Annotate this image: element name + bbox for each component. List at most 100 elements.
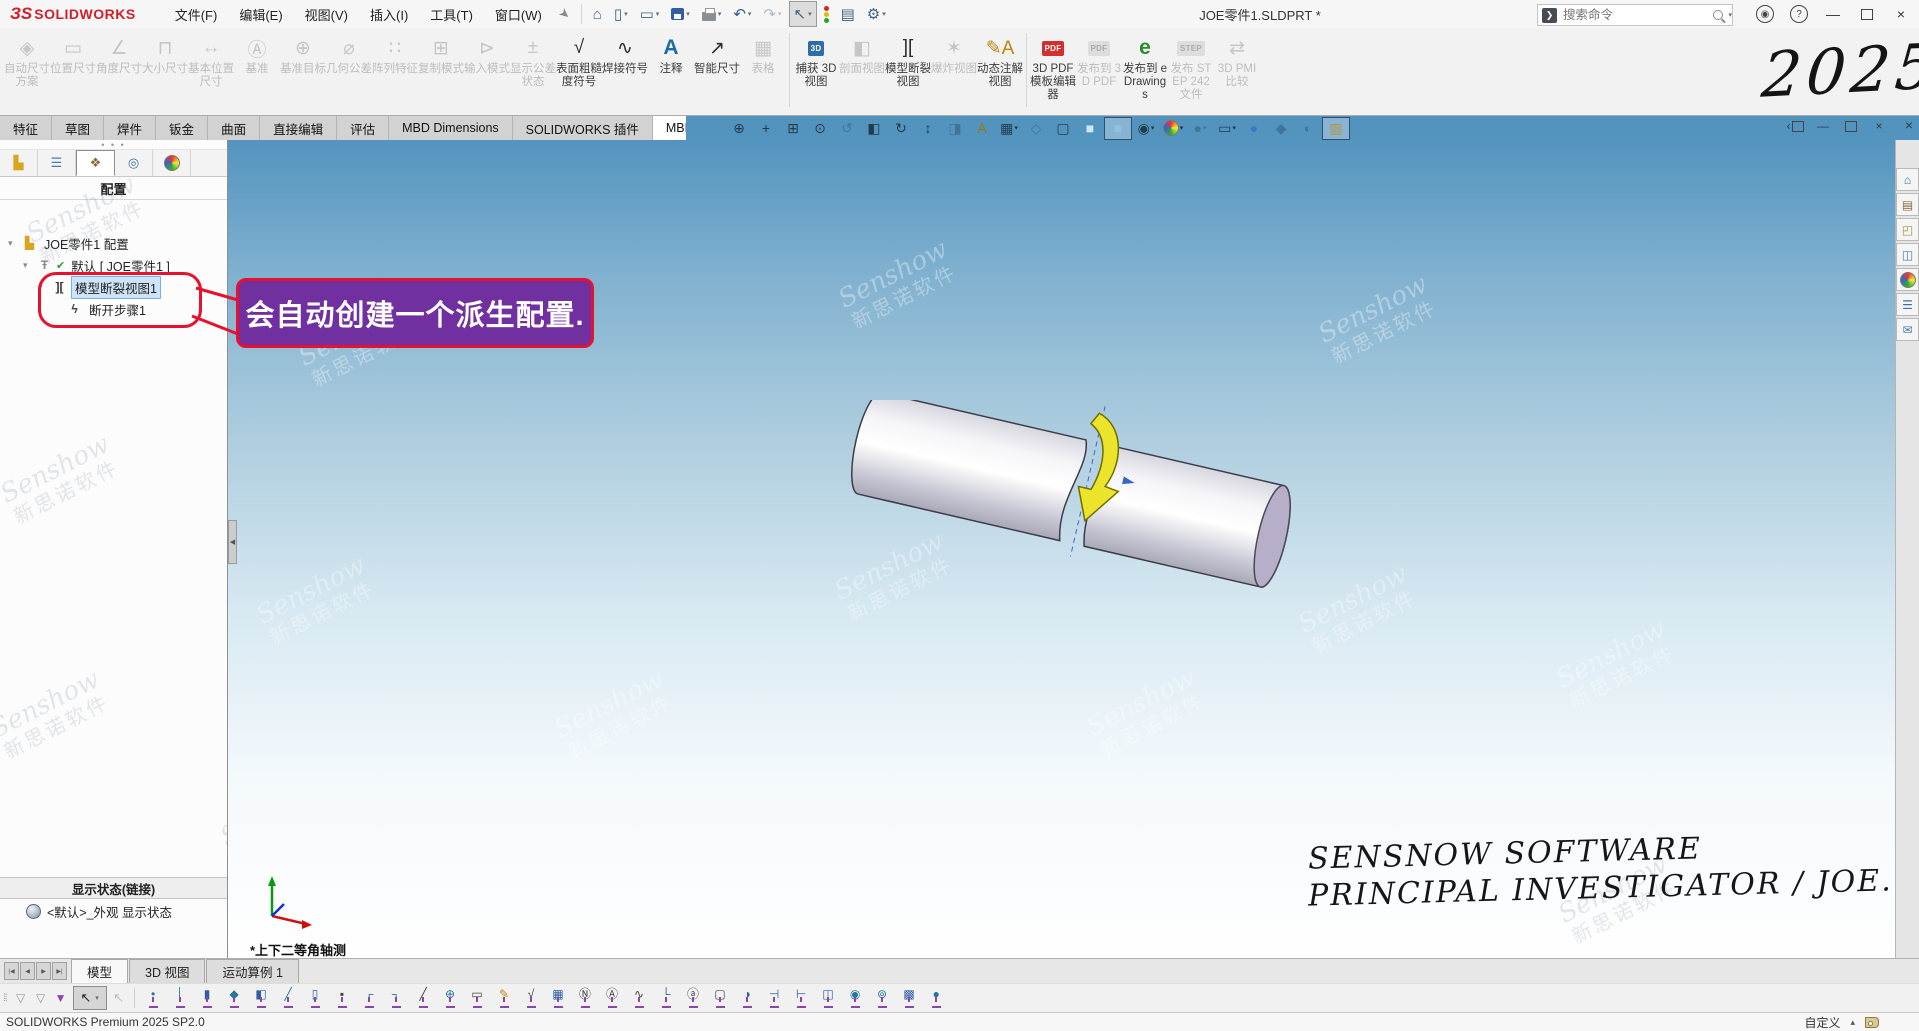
- ambient-occlusion-icon[interactable]: ●: [1241, 118, 1267, 139]
- menu-item[interactable]: 窗口(W): [484, 0, 553, 28]
- save-icon[interactable]: ▾: [666, 1, 695, 27]
- shaded-icon[interactable]: ■: [1077, 118, 1103, 139]
- dropdown-arrow-icon[interactable]: ▾: [686, 10, 690, 18]
- note-letter-tool[interactable]: Ⓐ: [599, 985, 626, 1011]
- open-document-icon[interactable]: ▭▾: [635, 1, 665, 27]
- point-tool[interactable]: •: [140, 985, 167, 1011]
- plane-tool[interactable]: ▯: [302, 985, 329, 1011]
- bend-note-tool[interactable]: └: [653, 985, 680, 1011]
- filter-annotations-icon[interactable]: ▼: [51, 987, 71, 1009]
- task-pane-close-icon[interactable]: ×: [1905, 117, 1913, 133]
- corner-rectangle-tool[interactable]: ┌: [356, 985, 383, 1011]
- dropdown-arrow-icon[interactable]: ▾: [808, 10, 812, 18]
- split-view-tool[interactable]: ◫: [815, 985, 842, 1011]
- menu-item[interactable]: 文件(F): [164, 0, 229, 28]
- tab-直接编辑[interactable]: 直接编辑: [260, 116, 337, 140]
- dynamic-annotation-icon[interactable]: A: [969, 118, 995, 139]
- hole-wizard-tool[interactable]: ⊕: [437, 985, 464, 1011]
- new-document-icon[interactable]: ▯▾: [609, 1, 633, 27]
- doc-tab-模型[interactable]: 模型: [71, 959, 128, 983]
- chamfer-tool[interactable]: ╱: [275, 985, 302, 1011]
- dropdown-arrow-icon[interactable]: ▾: [624, 10, 628, 18]
- design-library-icon[interactable]: ▤: [1896, 193, 1919, 216]
- dimxpertmanager-tab[interactable]: ◎: [115, 150, 153, 176]
- publish-to-edrawings-button[interactable]: e发布到 eDrawings: [1122, 28, 1168, 102]
- annotate-tool[interactable]: ✎: [491, 985, 518, 1011]
- vertex-tool[interactable]: ▪: [329, 985, 356, 1011]
- auto-dimension-tool[interactable]: ⓐ: [680, 985, 707, 1011]
- expander-icon[interactable]: ▾: [8, 238, 21, 249]
- concentric-tool[interactable]: ⊚: [869, 985, 896, 1011]
- view-orientation-icon[interactable]: ▦▾: [996, 118, 1022, 139]
- magnify-tool[interactable]: ◉: [842, 985, 869, 1011]
- dock-icon[interactable]: ‹: [1785, 117, 1805, 135]
- configurationmanager-tab[interactable]: ❖: [76, 150, 115, 176]
- section-tool[interactable]: ◑: [734, 985, 761, 1011]
- last-tab-button[interactable]: ▶|: [52, 962, 67, 980]
- dropdown-arrow-icon[interactable]: ▾: [1014, 124, 1018, 132]
- 3d-pdf-template-editor-button[interactable]: PDF3D PDF 模板编辑器: [1030, 28, 1076, 102]
- hidden-lines-visible-icon[interactable]: ▢: [1050, 118, 1076, 139]
- select-arrow-icon[interactable]: ↖▾: [789, 1, 817, 27]
- expand-arrow-icon[interactable]: ▴: [1850, 1017, 1855, 1028]
- home-icon[interactable]: ⌂: [588, 1, 607, 27]
- menu-item[interactable]: 工具(T): [419, 0, 484, 28]
- weld-symbol-button[interactable]: ∿焊接符号: [602, 28, 648, 89]
- line-tool[interactable]: ╱: [410, 985, 437, 1011]
- doc-tab-运动算例 1[interactable]: 运动算例 1: [206, 959, 298, 983]
- displaymanager-tab[interactable]: [153, 150, 191, 176]
- dropdown-arrow-icon[interactable]: ▾: [1151, 124, 1155, 132]
- sphere-tool[interactable]: ●: [923, 985, 950, 1011]
- dropdown-arrow-icon[interactable]: ▾: [882, 10, 886, 18]
- mbd-view-mode-icon[interactable]: ▥: [1322, 117, 1350, 140]
- dropdown-arrow-icon[interactable]: ▾: [1232, 124, 1236, 132]
- zoom-to-fit-icon[interactable]: ⊕: [726, 118, 752, 139]
- pane-splitter-arrow[interactable]: ◀: [228, 520, 237, 564]
- help-icon[interactable]: ?: [1785, 2, 1813, 26]
- extrude-tool[interactable]: ▮: [194, 985, 221, 1011]
- pattern-tool[interactable]: ▩: [896, 985, 923, 1011]
- tab-MBD Dimensions[interactable]: MBD Dimensions: [389, 116, 513, 140]
- capture-3d-view-button[interactable]: 3D捕获 3D 视图: [793, 28, 839, 89]
- panel-splitter-handle[interactable]: • • •: [0, 140, 227, 150]
- note-button[interactable]: A注释: [648, 28, 694, 89]
- model-break-view-button[interactable]: ][模型断裂视图: [885, 28, 931, 89]
- dropdown-arrow-icon[interactable]: ▾: [778, 10, 782, 18]
- doc-restore-button[interactable]: [1841, 117, 1861, 135]
- account-icon[interactable]: ◉: [1751, 2, 1779, 26]
- filter-dimensions-icon[interactable]: ▽: [31, 987, 51, 1009]
- broken-cylinder-model[interactable]: [820, 400, 1380, 700]
- search-commands-box[interactable]: ❯ ▾: [1537, 4, 1733, 26]
- tree-item[interactable]: ▾▙JOE零件1 配置: [0, 232, 227, 254]
- search-icon[interactable]: [1713, 10, 1723, 20]
- customize-label[interactable]: 自定义: [1804, 1014, 1840, 1031]
- tab-钣金[interactable]: 钣金: [156, 116, 208, 140]
- propertymanager-tab[interactable]: ☰: [38, 150, 76, 176]
- note-number-tool[interactable]: Ⓝ: [572, 985, 599, 1011]
- view-palette-icon[interactable]: ◫: [1896, 243, 1919, 266]
- sweep-tool[interactable]: ◧: [248, 985, 275, 1011]
- file-explorer-icon[interactable]: ◰: [1896, 218, 1919, 241]
- break-left-tool[interactable]: ⊣: [761, 985, 788, 1011]
- prev-tab-button[interactable]: ◀: [20, 962, 35, 980]
- toolbar-grip-icon[interactable]: ⁞⁞: [3, 993, 7, 1004]
- search-dropdown-icon[interactable]: ▾: [1728, 11, 1732, 19]
- redo-icon[interactable]: ↷▾: [758, 1, 786, 27]
- dropdown-arrow-icon[interactable]: ▾: [656, 10, 660, 18]
- filter-all-icon[interactable]: ▽: [11, 987, 31, 1009]
- expander-icon[interactable]: ▾: [23, 260, 36, 271]
- close-button[interactable]: ×: [1887, 2, 1915, 26]
- menu-item[interactable]: 插入(I): [359, 0, 419, 28]
- forum-icon[interactable]: ✉: [1896, 318, 1919, 341]
- minimize-button[interactable]: —: [1819, 2, 1847, 26]
- first-tab-button[interactable]: |◀: [4, 962, 19, 980]
- dropdown-arrow-icon[interactable]: ▾: [1180, 124, 1184, 132]
- dynamic-annotation-views-button[interactable]: ✎A动态注解视图: [977, 28, 1023, 89]
- search-input[interactable]: [1561, 7, 1713, 23]
- doc-close-button[interactable]: ×: [1869, 117, 1889, 135]
- weld-symbol-tool[interactable]: ∿: [626, 985, 653, 1011]
- three-point-rectangle-tool[interactable]: ┐: [383, 985, 410, 1011]
- smart-dimension-button[interactable]: ↗智能尺寸: [694, 28, 740, 89]
- tab-草图[interactable]: 草图: [52, 116, 104, 140]
- break-right-tool[interactable]: ⊢: [788, 985, 815, 1011]
